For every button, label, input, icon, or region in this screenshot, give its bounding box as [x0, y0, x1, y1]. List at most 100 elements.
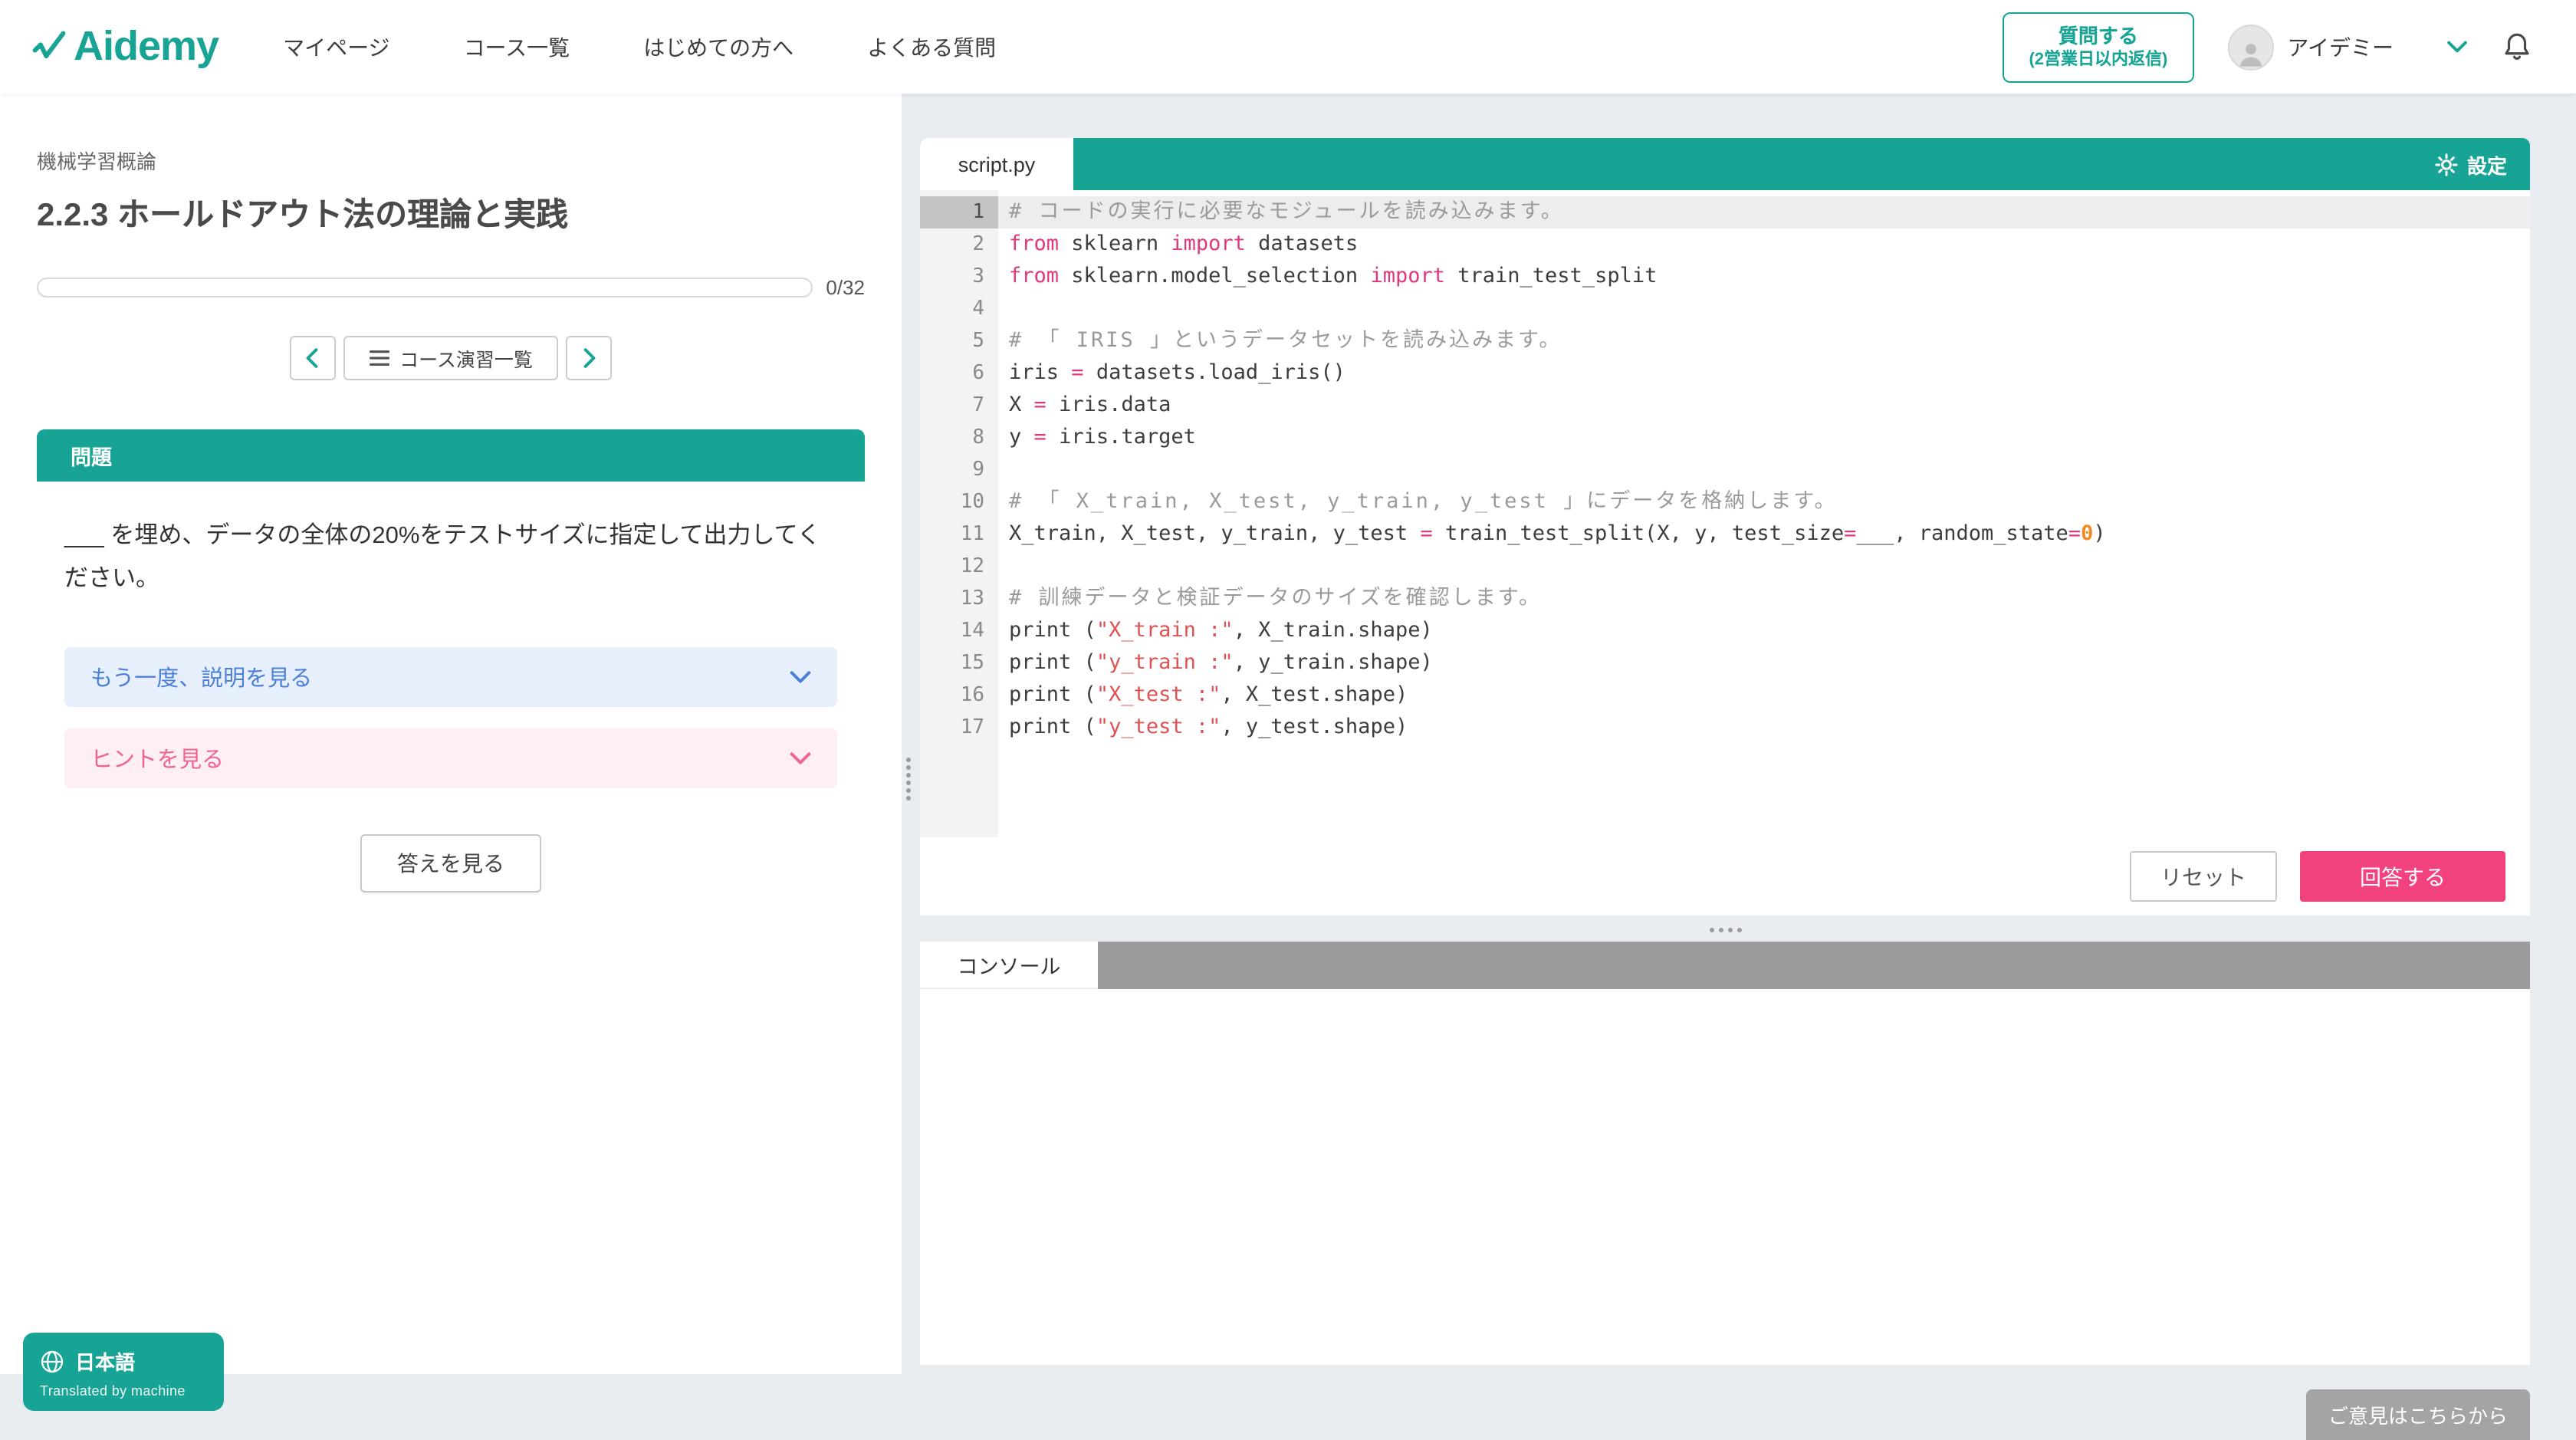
next-exercise-button[interactable] — [567, 336, 613, 380]
nav-beginners[interactable]: はじめての方へ — [643, 31, 794, 62]
code-line[interactable]: from sklearn import datasets — [998, 228, 2530, 261]
top-header: Aidemy マイページ コース一覧 はじめての方へ よくある質問 質問する (… — [0, 0, 2576, 94]
code-line[interactable]: print ("X_test :", X_test.shape) — [998, 679, 2530, 712]
feedback-button[interactable]: ご意見はこちらから — [2306, 1389, 2530, 1440]
nav-course-list[interactable]: コース一覧 — [464, 31, 570, 62]
code-line[interactable]: # 訓練データと検証データのサイズを確認します。 — [998, 583, 2530, 615]
show-explanation-label: もう一度、説明を見る — [90, 661, 312, 693]
gear-icon — [2435, 153, 2458, 176]
problem-text: ___ を埋め、データの全体の20%をテストサイズに指定して出力してください。 — [64, 515, 837, 601]
prev-exercise-button[interactable] — [289, 336, 335, 380]
line-number: 16 — [920, 679, 998, 712]
line-number: 9 — [920, 454, 998, 486]
code-line[interactable]: # 「 IRIS 」というデータセットを読み込みます。 — [998, 325, 2530, 357]
code-line[interactable]: # 「 X_train, X_test, y_train, y_test 」にデ… — [998, 486, 2530, 518]
main-nav: マイページ コース一覧 はじめての方へ よくある質問 — [283, 31, 996, 62]
console-bar — [1098, 942, 2530, 989]
header-right: 質問する (2営業日以内返信) アイデミー — [2003, 12, 2533, 82]
progress-bar — [37, 278, 812, 298]
aidemy-logo-icon — [31, 28, 67, 65]
code-line[interactable] — [998, 454, 2530, 486]
console-output — [920, 989, 2530, 1365]
lesson-panel: 機械学習概論 2.2.3 ホールドアウト法の理論と実践 0/32 コース演習一覧 — [0, 94, 902, 1374]
settings-label: 設定 — [2467, 150, 2507, 179]
line-number: 15 — [920, 647, 998, 679]
nav-faq[interactable]: よくある質問 — [867, 31, 996, 62]
language-sublabel: Translated by machine — [40, 1383, 207, 1399]
line-numbers: 1234567891011121314151617 — [920, 190, 998, 837]
ask-question-label: 質問する — [2029, 24, 2167, 48]
line-number: 3 — [920, 261, 998, 293]
settings-button[interactable]: 設定 — [2435, 138, 2530, 190]
reset-button[interactable]: リセット — [2130, 851, 2277, 902]
list-icon — [369, 350, 389, 367]
line-number: 1 — [920, 196, 998, 228]
code-line[interactable]: X_train, X_test, y_train, y_test = train… — [998, 518, 2530, 551]
account-menu[interactable]: アイデミー — [2227, 24, 2467, 70]
code-line[interactable]: print ("X_train :", X_train.shape) — [998, 615, 2530, 647]
page: Aidemy マイページ コース一覧 はじめての方へ よくある質問 質問する (… — [0, 0, 2576, 1440]
show-explanation-toggle[interactable]: もう一度、説明を見る — [64, 647, 837, 707]
ask-question-button[interactable]: 質問する (2営業日以内返信) — [2003, 12, 2193, 82]
progress-row: 0/32 — [37, 276, 865, 299]
show-hint-label: ヒントを見る — [90, 742, 224, 774]
code-line[interactable] — [998, 293, 2530, 325]
tab-console[interactable]: コンソール — [920, 942, 1098, 989]
tab-script-py[interactable]: script.py — [920, 138, 1073, 190]
line-number: 2 — [920, 228, 998, 261]
editor-tab-strip: script.py 設定 — [920, 138, 2530, 190]
code-line[interactable]: print ("y_test :", y_test.shape) — [998, 712, 2530, 744]
panel-resize-handle-horizontal[interactable] — [920, 920, 2530, 939]
exercise-pager: コース演習一覧 — [0, 336, 902, 380]
problem-card: 問題 ___ を埋め、データの全体の20%をテストサイズに指定して出力してくださ… — [37, 429, 865, 893]
show-hint-toggle[interactable]: ヒントを見る — [64, 728, 837, 788]
account-name: アイデミー — [2287, 31, 2394, 62]
line-number: 12 — [920, 551, 998, 583]
panel-resize-handle-vertical[interactable] — [906, 758, 911, 801]
course-name: 機械学習概論 — [37, 146, 902, 175]
code-line[interactable]: print ("y_train :", y_train.shape) — [998, 647, 2530, 679]
line-number: 5 — [920, 325, 998, 357]
chevron-down-icon — [790, 670, 811, 684]
show-answer-button[interactable]: 答えを見る — [360, 834, 541, 893]
submit-answer-button[interactable]: 回答する — [2300, 851, 2505, 902]
exercise-list-button[interactable]: コース演習一覧 — [343, 336, 559, 380]
code-line[interactable]: from sklearn.model_selection import trai… — [998, 261, 2530, 293]
line-number: 11 — [920, 518, 998, 551]
console-tab-strip: コンソール — [920, 942, 2530, 989]
progress-label: 0/32 — [826, 276, 865, 299]
chevron-down-icon — [2447, 40, 2467, 54]
line-number: 7 — [920, 390, 998, 422]
chevron-right-icon — [583, 348, 596, 368]
avatar — [2227, 24, 2273, 70]
chevron-left-icon — [305, 348, 319, 368]
code-line[interactable]: y = iris.target — [998, 422, 2530, 454]
code-line[interactable] — [998, 551, 2530, 583]
code-editor-panel: script.py 設定 1234567891011121314151617 #… — [920, 138, 2530, 916]
brand-name: Aidemy — [74, 23, 219, 71]
code-line[interactable]: X = iris.data — [998, 390, 2530, 422]
code-line[interactable]: iris = datasets.load_iris() — [998, 357, 2530, 390]
aidemy-logo[interactable]: Aidemy — [31, 23, 219, 71]
code-line[interactable]: # コードの実行に必要なモジュールを読み込みます。 — [998, 196, 2530, 228]
line-number: 13 — [920, 583, 998, 615]
line-number: 17 — [920, 712, 998, 744]
line-number: 14 — [920, 615, 998, 647]
editor-actions: リセット 回答する — [920, 837, 2530, 916]
nav-mypage[interactable]: マイページ — [283, 31, 389, 62]
globe-icon — [40, 1349, 64, 1373]
lesson-title: 2.2.3 ホールドアウト法の理論と実践 — [37, 190, 902, 236]
language-label: 日本語 — [75, 1346, 135, 1376]
code-editor[interactable]: 1234567891011121314151617 # コードの実行に必要なモジ… — [920, 190, 2530, 837]
line-number: 10 — [920, 486, 998, 518]
chevron-down-icon — [790, 751, 811, 765]
line-number: 8 — [920, 422, 998, 454]
ask-question-sublabel: (2営業日以内返信) — [2029, 48, 2167, 70]
language-badge[interactable]: 日本語 Translated by machine — [23, 1333, 224, 1411]
line-number: 6 — [920, 357, 998, 390]
problem-body: ___ を埋め、データの全体の20%をテストサイズに指定して出力してください。 … — [37, 482, 865, 893]
code-lines: # コードの実行に必要なモジュールを読み込みます。from sklearn im… — [998, 190, 2530, 837]
notifications-bell-icon[interactable] — [2501, 31, 2533, 63]
console-panel: コンソール — [920, 942, 2530, 1365]
exercise-list-label: コース演習一覧 — [399, 344, 533, 373]
